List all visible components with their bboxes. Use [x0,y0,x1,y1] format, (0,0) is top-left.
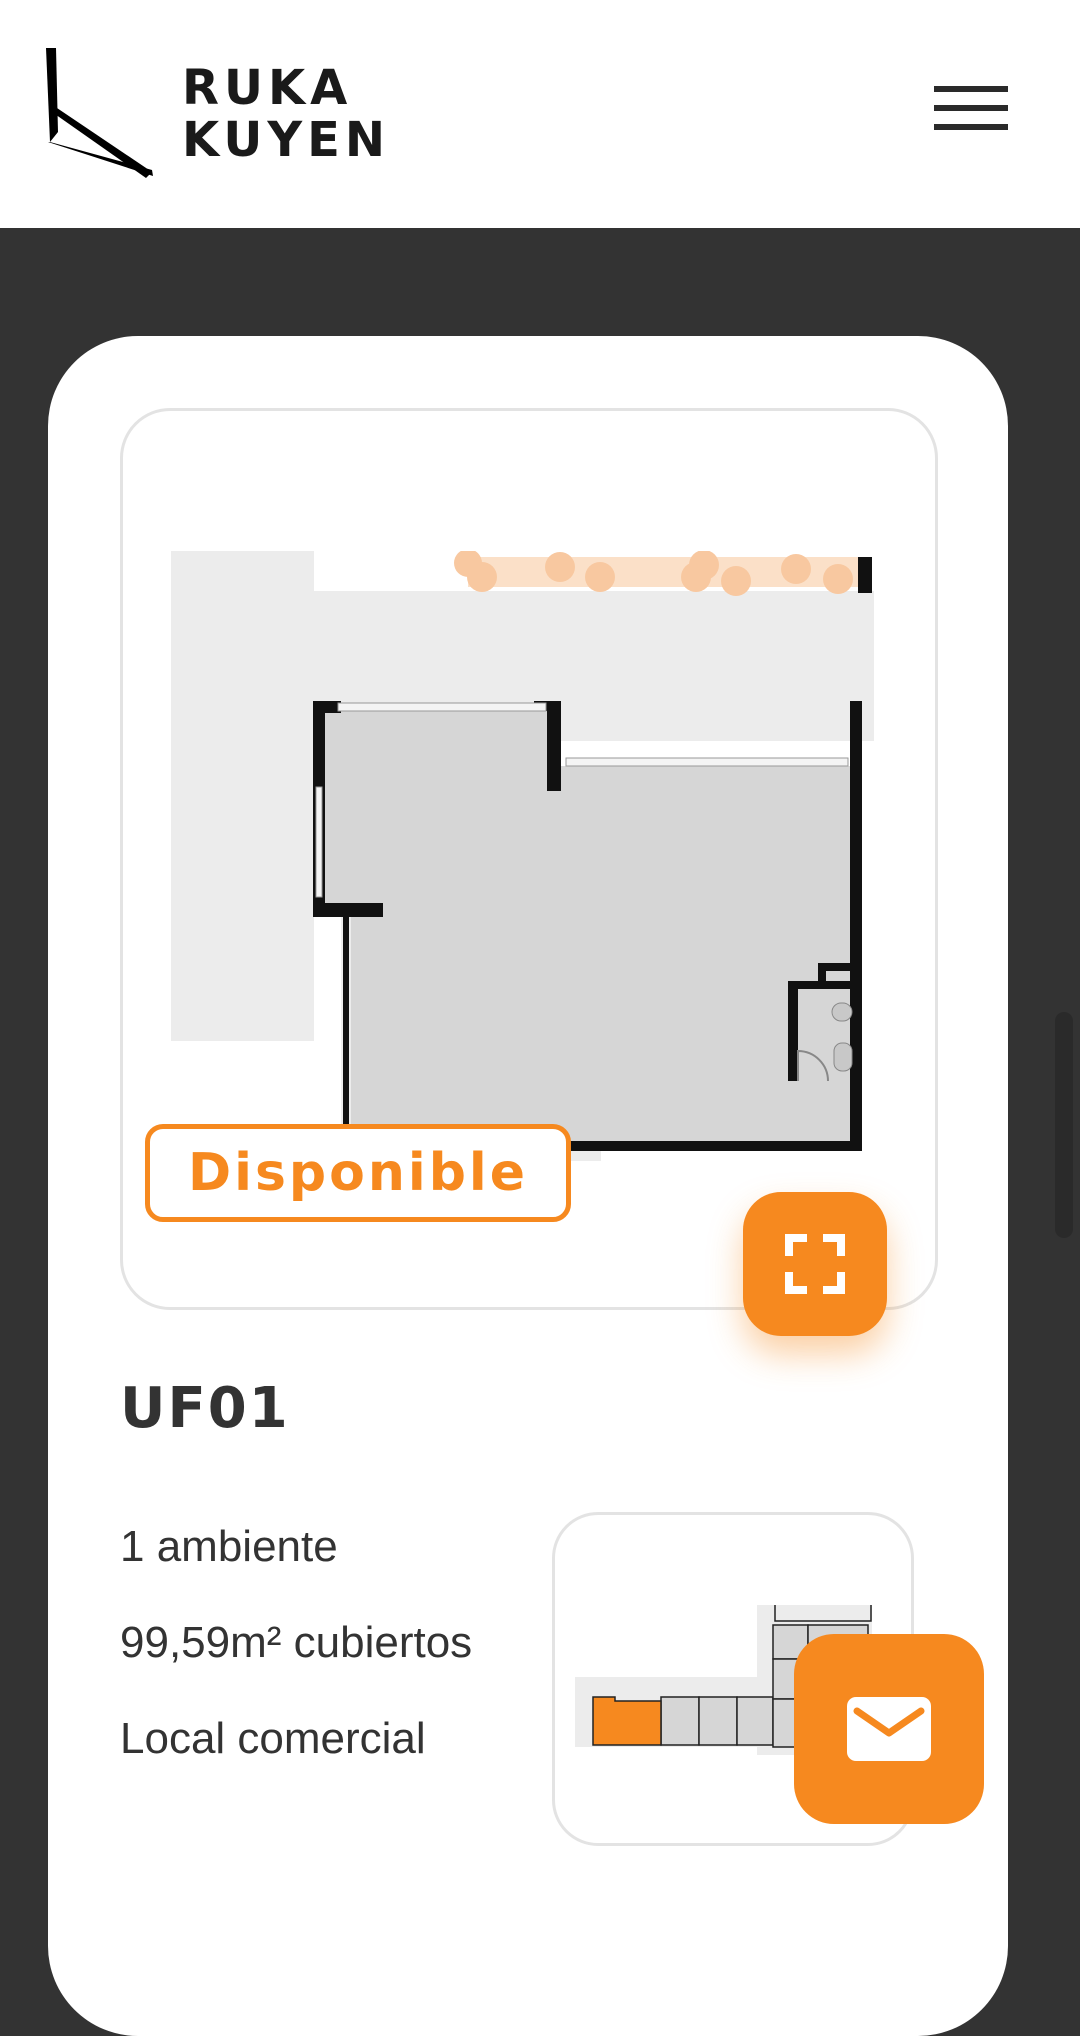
spec-rooms: 1 ambiente [120,1522,338,1571]
unit-code-title: UF01 [120,1376,290,1441]
hamburger-menu-icon[interactable] [934,86,1008,138]
spec-type: Local comercial [120,1714,426,1763]
expand-plan-button[interactable] [743,1192,887,1336]
logo-wordmark: RUKA KUYEN [182,62,390,166]
logo-line-2: KUYEN [182,112,391,168]
floor-plan-image[interactable] [168,551,888,1191]
ruka-kuyen-logo[interactable]: RUKA KUYEN [46,46,385,182]
floor-plan-frame: Disponible [120,408,938,1336]
mail-icon [847,1697,931,1761]
site-header: RUKA KUYEN [0,0,1080,228]
fullscreen-icon [785,1234,845,1294]
spec-area: 99,59m² cubiertos [120,1618,473,1667]
status-badge: Disponible [145,1124,571,1222]
page-scrollbar[interactable] [1055,1012,1073,1238]
logo-line-1: RUKA [182,60,353,116]
contact-mail-button[interactable] [794,1634,984,1824]
logo-k-mark-icon [46,48,153,178]
